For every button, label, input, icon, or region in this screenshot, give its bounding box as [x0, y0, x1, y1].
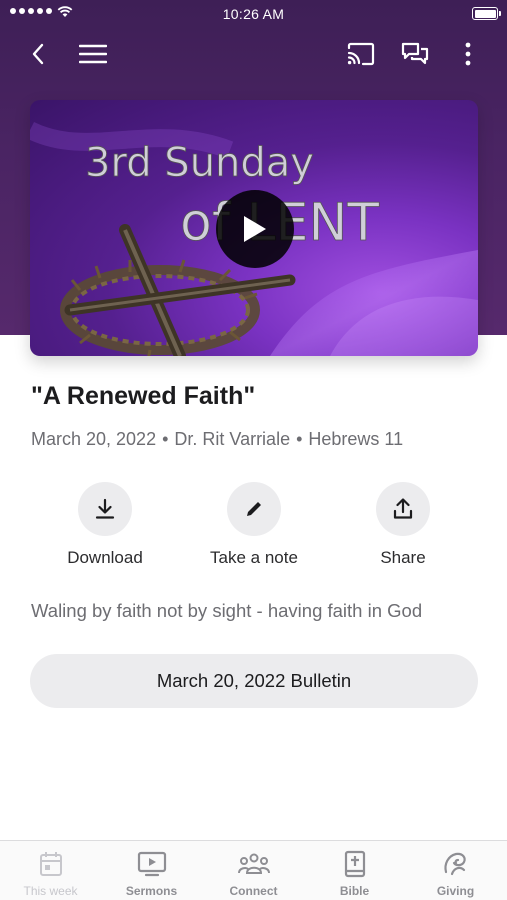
- download-action[interactable]: Download: [35, 482, 175, 568]
- tab-connect[interactable]: Connect: [203, 849, 304, 898]
- share-label: Share: [380, 548, 426, 567]
- download-button[interactable]: [78, 482, 132, 536]
- sermon-scripture: Hebrews 11: [308, 429, 404, 449]
- pencil-icon: [247, 502, 261, 516]
- sermon-date: March 20, 2022: [31, 429, 157, 449]
- menu-button[interactable]: [75, 36, 111, 72]
- share-icon: [393, 498, 413, 519]
- tab-label: Bible: [339, 884, 370, 898]
- take-note-action[interactable]: Take a note: [184, 482, 324, 568]
- top-nav: [0, 32, 507, 74]
- sermon-speaker: Dr. Rit Varriale: [174, 429, 291, 449]
- hamburger-icon: [79, 44, 107, 64]
- meta-separator: •: [162, 429, 169, 449]
- sermon-video[interactable]: 3rd Sunday of LENT: [30, 100, 478, 356]
- play-icon: [244, 216, 266, 242]
- thumbnail-title-line1: 3rd Sunday: [85, 140, 314, 186]
- chevron-left-icon: [32, 43, 44, 65]
- bible-icon: [344, 850, 365, 878]
- more-options-button[interactable]: [450, 36, 486, 72]
- cast-button[interactable]: [343, 36, 379, 72]
- share-action[interactable]: Share: [333, 482, 473, 568]
- tab-label: Sermons: [125, 884, 178, 898]
- status-bar: 10:26 AM: [0, 0, 507, 28]
- sermon-meta: March 20, 2022 • Dr. Rit Varriale • Hebrews …: [31, 429, 403, 450]
- tab-bible[interactable]: Bible: [304, 849, 405, 898]
- download-icon: [95, 498, 115, 519]
- tab-giving[interactable]: Giving: [405, 849, 506, 898]
- tab-label: Connect: [229, 884, 278, 898]
- status-time: 10:26 AM: [222, 6, 285, 22]
- battery-icon: [472, 7, 501, 20]
- tab-bar: This week Sermons Connect Bible Giving: [0, 840, 507, 900]
- back-button[interactable]: [20, 36, 56, 72]
- tab-label: This week: [23, 884, 78, 898]
- tab-label: Giving: [436, 884, 475, 898]
- bulletin-button[interactable]: March 20, 2022 Bulletin: [30, 654, 478, 708]
- share-button[interactable]: [376, 482, 430, 536]
- tab-sermons[interactable]: Sermons: [101, 849, 202, 898]
- download-label: Download: [67, 548, 143, 567]
- take-note-label: Take a note: [210, 548, 298, 567]
- people-icon: [237, 853, 270, 874]
- tv-play-icon: [137, 851, 166, 877]
- more-vertical-icon: [465, 42, 471, 66]
- meta-separator: •: [296, 429, 303, 449]
- sermon-description: Waling by faith not by sight - having fa…: [31, 600, 423, 621]
- play-button[interactable]: [216, 190, 294, 268]
- tab-this-week[interactable]: This week: [0, 849, 101, 898]
- take-note-button[interactable]: [227, 482, 281, 536]
- calendar-icon: [39, 852, 62, 876]
- chat-button[interactable]: [397, 36, 433, 72]
- giving-icon: [443, 852, 466, 876]
- cast-icon: [347, 42, 375, 66]
- sermon-title: "A Renewed Faith": [31, 382, 256, 410]
- chat-bubbles-icon: [401, 42, 429, 65]
